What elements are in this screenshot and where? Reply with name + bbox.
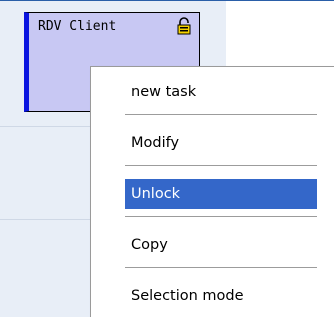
context-menu: new task Modify Unlock Copy Selection mo… — [90, 66, 334, 317]
calendar-top-border — [0, 0, 334, 1]
menu-separator — [125, 114, 317, 115]
menu-item-copy[interactable]: Copy — [125, 230, 317, 260]
menu-separator — [125, 267, 317, 268]
menu-item-new-task[interactable]: new task — [125, 77, 317, 107]
menu-icon-gutter — [91, 67, 123, 317]
menu-separator — [125, 165, 317, 166]
menu-item-selection-mode[interactable]: Selection mode — [125, 281, 317, 311]
menu-item-modify[interactable]: Modify — [125, 128, 317, 158]
menu-item-unlock[interactable]: Unlock — [125, 179, 317, 209]
appointment-title: RDV Client — [38, 19, 117, 34]
lock-icon — [177, 17, 191, 35]
menu-separator — [125, 216, 317, 217]
